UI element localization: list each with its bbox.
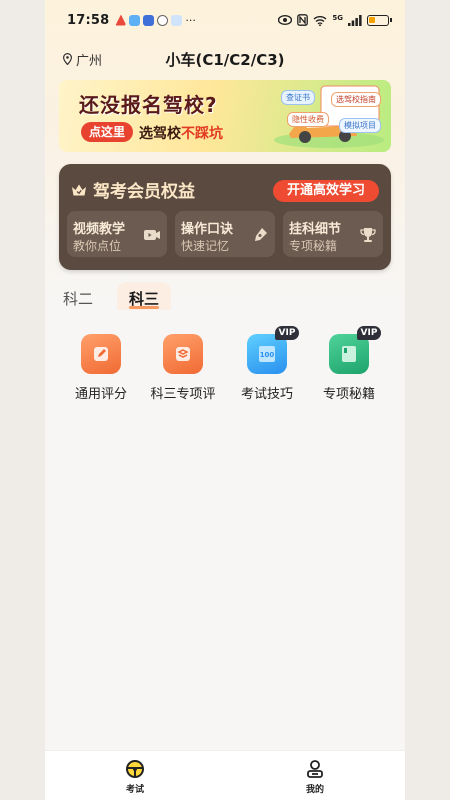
member-benefits-card: 驾考会员权益 开通高效学习 视频教学 教你点位 操作口诀 快速记忆 挂科细节 专… bbox=[59, 164, 391, 270]
app-notify-icon bbox=[157, 14, 169, 26]
perk-title: 挂科细节 bbox=[289, 222, 342, 237]
nav-label: 考试 bbox=[125, 785, 144, 795]
perk-subtitle: 快速记忆 bbox=[181, 239, 230, 253]
feature-exam-tips[interactable]: 100 VIP 考试技巧 bbox=[227, 326, 307, 404]
member-title: 驾考会员权益 bbox=[93, 182, 195, 202]
layers-glyph bbox=[176, 347, 190, 361]
status-right: 5G bbox=[278, 14, 392, 26]
app-notify-icon bbox=[115, 14, 127, 26]
signal-icon bbox=[348, 14, 362, 26]
bottom-navigation: 考试 我的 bbox=[45, 750, 405, 800]
location-pin-icon bbox=[63, 53, 72, 65]
nfc-icon bbox=[297, 14, 309, 26]
member-header: 驾考会员权益 bbox=[71, 177, 195, 202]
banner-tag: 选驾校指南 bbox=[331, 92, 381, 107]
banner-illustration: 查证书 选驾校指南 隐性收费 模拟项目 bbox=[269, 82, 389, 150]
nav-exam[interactable]: 考试 bbox=[105, 759, 165, 795]
location-label: 广州 bbox=[76, 53, 103, 69]
notification-icons: ··· bbox=[115, 14, 196, 27]
book-glyph bbox=[342, 346, 356, 362]
steering-wheel-icon bbox=[126, 760, 144, 778]
feature-general-scoring[interactable]: 通用评分 bbox=[61, 332, 141, 404]
banner-headline: 还没报名驾校? bbox=[79, 93, 218, 117]
svg-text:100: 100 bbox=[260, 351, 275, 359]
score-card-icon: 100 bbox=[247, 334, 287, 374]
driving-school-banner[interactable]: 还没报名驾校? 点这里 选驾校不踩坑 查证书 选驾校指南 隐性收费 模拟项目 bbox=[59, 80, 391, 152]
feature-label: 考试技巧 bbox=[240, 387, 293, 402]
app-notify-icon bbox=[143, 14, 155, 26]
nav-label: 我的 bbox=[305, 785, 324, 795]
nav-profile[interactable]: 我的 bbox=[285, 759, 345, 795]
video-icon bbox=[144, 230, 160, 240]
open-membership-button[interactable]: 开通高效学习 bbox=[273, 180, 379, 202]
banner-sub-highlight: 不踩坑 bbox=[181, 126, 223, 142]
perk-subtitle: 专项秘籍 bbox=[289, 239, 338, 253]
feature-special-secrets[interactable]: VIP 专项秘籍 bbox=[309, 326, 389, 404]
edit-doc-icon bbox=[81, 334, 121, 374]
vip-badge: VIP bbox=[275, 326, 299, 340]
banner-subtitle: 选驾校不踩坑 bbox=[139, 123, 223, 143]
perk-video-teaching[interactable]: 视频教学 教你点位 bbox=[67, 211, 167, 257]
location-selector[interactable]: 广州 bbox=[63, 50, 102, 69]
book-icon bbox=[329, 334, 369, 374]
network-type: 5G bbox=[332, 14, 343, 22]
app-notify-icon bbox=[129, 14, 141, 26]
feature-subject3-scoring[interactable]: 科三专项评 bbox=[143, 332, 223, 404]
vip-badge: VIP bbox=[357, 326, 381, 340]
app-header: 广州 小车(C1/C2/C3) bbox=[45, 44, 405, 74]
crown-shield-icon bbox=[72, 184, 86, 195]
status-bar: 17:58 ··· 5G bbox=[45, 0, 405, 40]
perk-fail-details[interactable]: 挂科细节 专项秘籍 bbox=[283, 211, 383, 257]
feature-label: 通用评分 bbox=[74, 387, 127, 402]
perk-title: 操作口诀 bbox=[181, 222, 234, 237]
banner-sub-prefix: 选驾校 bbox=[139, 126, 181, 142]
perk-subtitle: 教你点位 bbox=[73, 239, 122, 253]
profile-icon bbox=[307, 760, 323, 778]
status-time: 17:58 bbox=[67, 12, 110, 28]
battery-icon bbox=[367, 14, 392, 26]
banner-click-button[interactable]: 点这里 bbox=[81, 122, 133, 142]
tab-active-indicator bbox=[129, 306, 159, 309]
tab-subject-two[interactable]: 科二 bbox=[63, 288, 93, 309]
more-dots-icon: ··· bbox=[185, 13, 196, 27]
feature-label: 科三专项评 bbox=[150, 387, 216, 402]
wifi-icon bbox=[313, 15, 327, 26]
perk-operation-tips[interactable]: 操作口诀 快速记忆 bbox=[175, 211, 275, 257]
trophy-icon bbox=[360, 228, 376, 242]
eye-icon bbox=[278, 15, 293, 25]
feature-label: 专项秘籍 bbox=[322, 387, 375, 402]
banner-tag: 隐性收费 bbox=[287, 112, 329, 127]
score-card-glyph: 100 bbox=[259, 346, 275, 362]
edit-doc-glyph bbox=[94, 347, 108, 361]
layers-icon bbox=[163, 334, 203, 374]
pen-icon bbox=[255, 228, 267, 241]
banner-tag: 模拟项目 bbox=[339, 118, 381, 133]
phone-screen: 17:58 ··· 5G 广州 小车(C1/C2/C3) 还没报名驾校? 点这里 bbox=[45, 0, 405, 800]
perk-title: 视频教学 bbox=[73, 222, 126, 237]
banner-tag: 查证书 bbox=[281, 90, 315, 105]
app-notify-icon bbox=[171, 14, 183, 26]
